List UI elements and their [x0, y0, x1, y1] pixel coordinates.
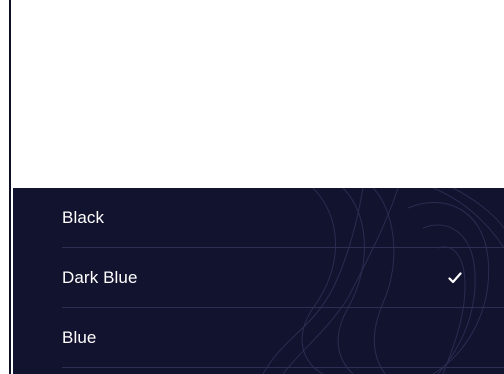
menu-item-black[interactable]: Black — [62, 188, 504, 247]
color-theme-menu: Black Dark Blue Blue — [13, 188, 504, 374]
menu-item-label: Black — [62, 207, 105, 227]
blank-content-area — [13, 0, 504, 188]
checkmark-icon — [447, 270, 463, 286]
left-border — [0, 0, 11, 374]
menu-item-label: Blue — [62, 327, 97, 347]
menu-item-blue[interactable]: Blue — [62, 307, 504, 368]
menu-item-label: Dark Blue — [62, 267, 138, 287]
menu-list: Black Dark Blue Blue — [13, 188, 504, 368]
menu-item-dark-blue[interactable]: Dark Blue — [62, 247, 504, 307]
screen: Black Dark Blue Blue — [0, 0, 504, 374]
